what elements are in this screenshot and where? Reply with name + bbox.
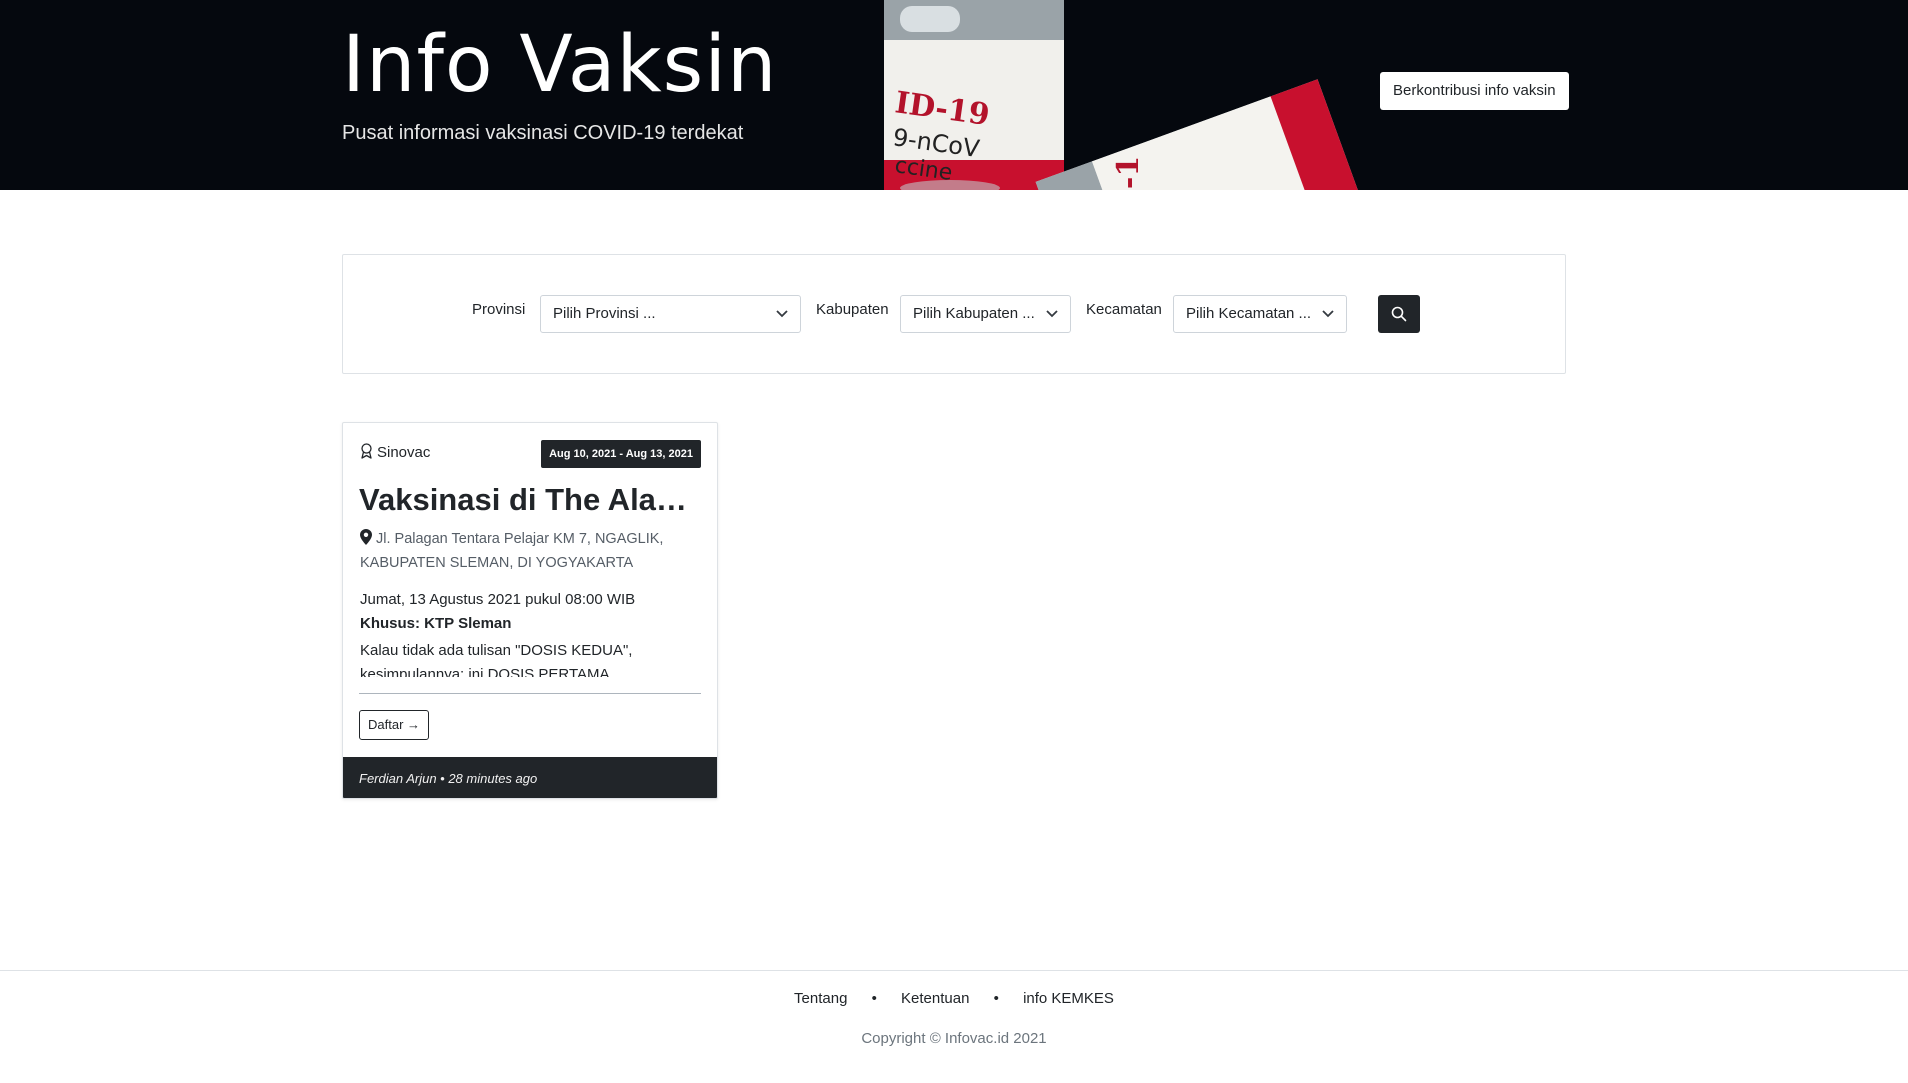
card-footer: Ferdian Arjun • 28 minutes ago xyxy=(343,757,717,798)
eligibility-text: Khusus: KTP Sleman xyxy=(360,615,512,632)
award-icon xyxy=(361,443,372,459)
search-button[interactable] xyxy=(1378,295,1420,333)
kabupaten-label: Kabupaten xyxy=(816,301,889,318)
footer-link-kemkes[interactable]: info KEMKES xyxy=(1023,990,1114,1007)
chevron-down-icon xyxy=(1046,310,1058,318)
author-meta: Ferdian Arjun • 28 minutes ago xyxy=(359,771,538,786)
footer-separator: • xyxy=(871,990,877,1007)
kecamatan-label: Kecamatan xyxy=(1086,301,1162,318)
vaccine-name: Sinovac xyxy=(377,444,431,461)
kabupaten-select[interactable]: Pilih Kabupaten ... xyxy=(900,295,1071,333)
register-button[interactable]: Daftar → xyxy=(359,710,430,740)
date-range-badge: Aug 10, 2021 - Aug 13, 2021 xyxy=(541,440,701,468)
provinsi-label: Provinsi xyxy=(472,301,526,318)
vaccination-card: Sinovac Aug 10, 2021 - Aug 13, 2021 Vaks… xyxy=(342,422,718,799)
search-icon xyxy=(1391,306,1407,322)
contribute-button[interactable]: Berkontribusi info vaksin xyxy=(1380,72,1569,110)
provinsi-select-value: Pilih Provinsi ... xyxy=(553,305,656,322)
address-text: Jl. Palagan Tentara Pelajar KM 7, NGAGLI… xyxy=(360,531,664,571)
location-filter-card: Provinsi Pilih Provinsi ... Kabupaten Pi… xyxy=(342,254,1566,374)
copyright-text: Copyright © Infovac.id 2021 xyxy=(861,1030,1047,1047)
page-subtitle: Pusat informasi vaksinasi COVID-19 terde… xyxy=(342,122,744,144)
vaccine-type: Sinovac xyxy=(360,443,430,461)
location-address: Jl. Palagan Tentara Pelajar KM 7, NGAGLI… xyxy=(360,527,702,575)
page-title: Info Vaksin xyxy=(342,20,778,110)
dose-note: Kalau tidak ada tulisan "DOSIS KEDUA", k… xyxy=(360,642,633,677)
chevron-down-icon xyxy=(776,310,788,318)
kabupaten-select-value: Pilih Kabupaten ... xyxy=(913,305,1035,322)
map-pin-icon xyxy=(360,529,372,545)
provinsi-select[interactable]: Pilih Provinsi ... xyxy=(540,295,801,333)
card-title[interactable]: Vaksinasi di The Alana Hotel xyxy=(359,479,705,521)
kecamatan-select-value: Pilih Kecamatan ... xyxy=(1186,305,1312,322)
hero-banner: ID-19 9-nCoV ccine ID-1 Info Vaksin Pusa… xyxy=(0,0,1908,190)
chevron-down-icon xyxy=(1322,310,1334,318)
kecamatan-select[interactable]: Pilih Kecamatan ... xyxy=(1173,295,1347,333)
footer-link-about[interactable]: Tentang xyxy=(794,990,847,1007)
schedule-text: Jumat, 13 Agustus 2021 pukul 08:00 WIB xyxy=(360,591,636,608)
footer-separator: • xyxy=(993,990,999,1007)
card-divider xyxy=(359,693,701,694)
footer-link-terms[interactable]: Ketentuan xyxy=(901,990,969,1007)
footer-nav: Tentang • Ketentuan • info KEMKES xyxy=(0,990,1908,1007)
footer-divider xyxy=(0,970,1908,971)
